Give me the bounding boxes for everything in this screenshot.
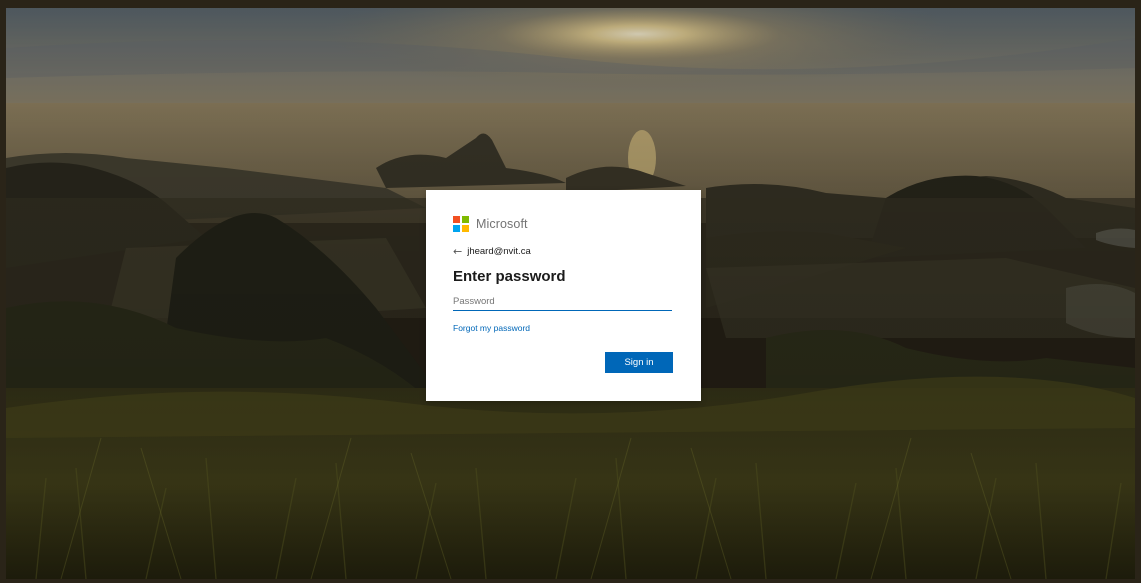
- identity-banner[interactable]: ← jheard@nvit.ca: [453, 244, 674, 258]
- sign-in-dialog: Microsoft ← jheard@nvit.ca Enter passwor…: [426, 190, 701, 401]
- logo-square-green: [461, 216, 469, 223]
- sign-in-button[interactable]: Sign in: [605, 352, 673, 373]
- logo-square-blue: [453, 224, 460, 232]
- arrow-left-icon[interactable]: ←: [453, 246, 462, 257]
- password-input[interactable]: [453, 293, 672, 311]
- brand-name: Microsoft: [476, 217, 528, 231]
- logo-square-yellow: [461, 224, 469, 232]
- account-email: jheard@nvit.ca: [467, 245, 531, 257]
- page-title: Enter password: [453, 268, 566, 285]
- forgot-password-link[interactable]: Forgot my password: [453, 323, 674, 333]
- dialog-actions: Sign in: [605, 350, 673, 373]
- brand-header: Microsoft: [453, 216, 674, 232]
- logo-square-red: [453, 216, 460, 223]
- microsoft-logo-icon: [453, 216, 469, 232]
- login-page: Microsoft ← jheard@nvit.ca Enter passwor…: [0, 0, 1141, 583]
